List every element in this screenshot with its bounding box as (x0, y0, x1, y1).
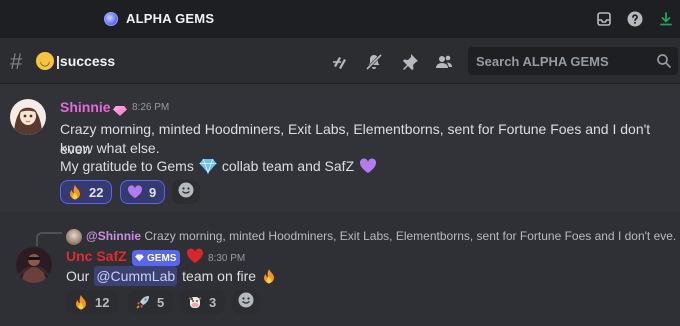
add-reaction-icon (177, 181, 195, 204)
channel-name: |success (56, 53, 116, 69)
title-bar: ALPHA GEMS (0, 0, 680, 38)
username[interactable]: Unc SafZ (66, 248, 127, 264)
red-heart-icon (186, 248, 204, 264)
reaction-cow[interactable]: 3 (180, 290, 226, 314)
purple-heart-icon (127, 184, 143, 200)
fire-icon (261, 268, 277, 284)
blue-diamond-icon (199, 158, 217, 174)
message-line: My gratitude to Gems collab team and Saf… (60, 156, 377, 176)
tag-label: GEMS (147, 252, 177, 264)
reaction-purple-heart[interactable]: 9 (120, 180, 166, 204)
reaction-count: 9 (149, 184, 157, 200)
message-line: know what else. (60, 140, 160, 156)
relieved-face-icon: ◡ (36, 52, 54, 70)
add-reaction-icon (237, 291, 255, 314)
message-line: Our @CummLab team on fire (66, 266, 277, 286)
members-icon[interactable] (434, 52, 454, 72)
message-text: collab team and SafZ (221, 158, 355, 174)
purple-heart-icon (359, 158, 377, 174)
channel-header: # ◡ |success Search ALPHA GEMS (0, 38, 680, 84)
pin-icon[interactable] (400, 52, 420, 72)
search-placeholder: Search ALPHA GEMS (476, 54, 609, 69)
avatar[interactable] (16, 247, 52, 283)
threads-icon[interactable] (330, 52, 350, 72)
reaction-count: 3 (209, 294, 217, 310)
search-icon (656, 53, 672, 69)
fire-icon (67, 184, 83, 200)
reply-preview[interactable]: @Shinnie Crazy morning, minted Hoodminer… (86, 229, 676, 243)
reply-connector (36, 232, 62, 246)
reaction-count: 12 (95, 294, 110, 310)
gem-tag-icon (135, 254, 144, 262)
add-reaction-button[interactable] (172, 180, 200, 204)
reply-snippet: Crazy morning, minted Hoodminers, Exit L… (144, 229, 676, 243)
reaction-count: 5 (157, 294, 165, 310)
message-text: My gratitude to Gems (60, 158, 194, 174)
message-text: team on fire (182, 268, 257, 284)
server-title: ALPHA GEMS (126, 11, 215, 26)
message-text: Our (66, 268, 90, 284)
gems-tag[interactable]: GEMS (132, 250, 181, 266)
reply-username[interactable]: @Shinnie (86, 229, 141, 243)
cow-face-icon (187, 294, 203, 310)
mute-icon[interactable] (364, 52, 384, 72)
username[interactable]: Shinnie (60, 99, 111, 115)
fire-icon (73, 294, 89, 310)
reaction-fire[interactable]: 12 (66, 290, 119, 314)
rocket-icon (135, 294, 151, 310)
search-input[interactable]: Search ALPHA GEMS (468, 47, 678, 75)
inbox-icon[interactable] (596, 11, 612, 27)
download-icon[interactable] (658, 11, 674, 27)
reaction-rocket[interactable]: 5 (128, 290, 174, 314)
reaction-fire[interactable]: 22 (60, 180, 113, 204)
help-icon[interactable] (627, 11, 643, 27)
add-reaction-button[interactable] (232, 290, 260, 314)
reaction-count: 22 (89, 184, 104, 200)
user-mention[interactable]: @CummLab (94, 266, 178, 286)
server-icon (104, 12, 118, 26)
message-list: Shinnie 8:26 PM Crazy morning, minted Ho… (0, 84, 680, 326)
avatar[interactable] (10, 99, 46, 135)
timestamp: 8:26 PM (132, 102, 170, 113)
reply-avatar (66, 229, 82, 245)
timestamp: 8:30 PM (208, 253, 246, 264)
hashtag-icon: # (10, 49, 23, 74)
